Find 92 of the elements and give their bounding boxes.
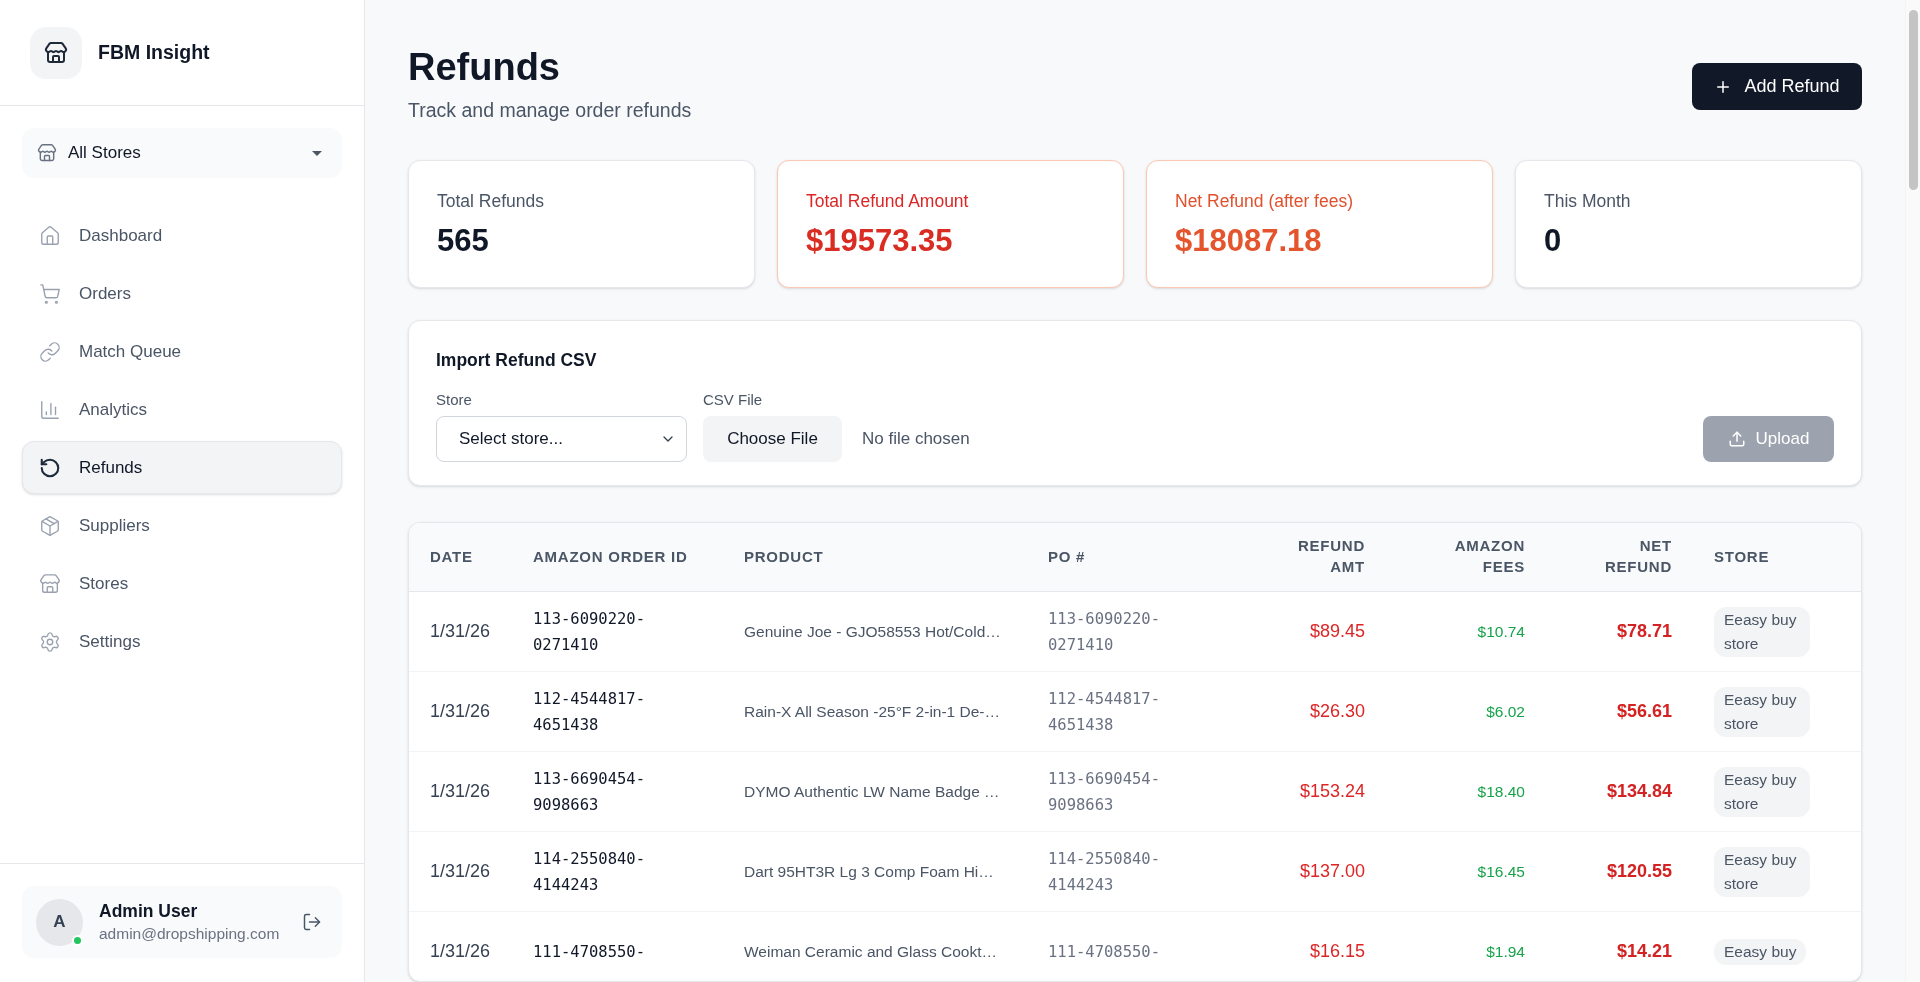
po-number: 113-6690454-9098663 (1048, 768, 1161, 816)
po-number: 112-4544817-4651438 (1048, 688, 1161, 736)
page-title: Refunds (408, 45, 561, 90)
column-header: AMAZON ORDER ID (533, 547, 688, 565)
net-refund-amount: $14.21 (1616, 941, 1672, 962)
user-email: admin@dropshipping.com (99, 924, 281, 944)
column-header: STORE (1714, 547, 1770, 565)
cart-icon (39, 282, 61, 305)
refund-date: 1/31/26 (430, 621, 491, 642)
refund-date: 1/31/26 (430, 701, 491, 722)
storefront-icon (30, 26, 82, 79)
store-tag: Eeasy buy store (1714, 606, 1810, 657)
product-name: Rain-X All Season -25°F 2-in-1 De-… (744, 702, 1001, 720)
gear-icon (39, 630, 61, 653)
store-tag: Eeasy buy store (1714, 846, 1810, 897)
user-name: Admin User (99, 900, 199, 923)
order-id: 113-6090220-0271410 (533, 608, 646, 656)
add-refund-button[interactable]: Add Refund (1692, 63, 1862, 110)
refund-amount: $89.45 (1309, 621, 1365, 642)
fee-amount: $16.45 (1477, 862, 1525, 880)
refund-date: 1/31/26 (430, 861, 491, 882)
product-name: Dart 95HT3R Lg 3 Comp Foam Hi… (744, 862, 994, 880)
refund-amount: $153.24 (1299, 781, 1365, 802)
fee-amount: $10.74 (1477, 622, 1525, 640)
order-id: 113-6690454-9098663 (533, 768, 646, 816)
product-name: Weiman Ceramic and Glass Cookt… (744, 942, 997, 960)
choose-file-button[interactable]: Choose File (703, 416, 842, 462)
nav-item[interactable]: Orders (22, 267, 342, 320)
stat-label: Net Refund (after fees) (1175, 190, 1354, 213)
column-header: REFUND AMT (1298, 535, 1365, 577)
stat-label: Total Refund Amount (806, 190, 970, 213)
upload-icon (1727, 430, 1746, 448)
field-label: CSV File (703, 390, 764, 410)
po-number: 114-2550840-4144243 (1048, 848, 1161, 896)
net-refund-amount: $56.61 (1616, 701, 1672, 722)
fee-amount: $18.40 (1477, 782, 1525, 800)
refund-amount: $26.30 (1309, 701, 1365, 722)
column-header: PRODUCT (744, 547, 824, 565)
order-id: 111-4708550- (533, 941, 646, 963)
store-icon (37, 143, 57, 163)
file-status-text: No file chosen (862, 428, 970, 451)
refund-amount: $137.00 (1299, 861, 1365, 882)
box-icon (39, 514, 61, 537)
product-name: Genuine Joe - GJO58553 Hot/Cold… (744, 622, 1001, 640)
caret-icon (312, 150, 322, 156)
nav-item[interactable]: Settings (22, 615, 342, 668)
column-header: NET REFUND (1605, 535, 1672, 577)
stat-label: Total Refunds (437, 190, 545, 213)
nav-item[interactable]: Analytics (22, 383, 342, 436)
panel-title: Import Refund CSV (436, 349, 598, 372)
avatar-initial: A (53, 911, 66, 934)
order-id: 114-2550840-4144243 (533, 848, 646, 896)
store-select[interactable]: Select store... (436, 416, 687, 462)
store-tag: Eeasy buy (1714, 938, 1807, 965)
net-refund-amount: $78.71 (1616, 621, 1672, 642)
store-tag: Eeasy buy store (1714, 766, 1810, 817)
fee-amount: $6.02 (1486, 702, 1525, 720)
nav-item[interactable]: Suppliers (22, 499, 342, 552)
store-tag: Eeasy buy store (1714, 686, 1810, 737)
nav-item[interactable]: Refunds (22, 441, 342, 494)
stat-label: This Month (1544, 190, 1632, 213)
refund-date: 1/31/26 (430, 941, 491, 962)
stat-value: 0 (1544, 222, 1563, 260)
logout-icon[interactable] (302, 912, 322, 932)
product-name: DYMO Authentic LW Name Badge … (744, 782, 1000, 800)
brand-name: FBM Insight (98, 39, 210, 65)
order-id: 112-4544817-4651438 (533, 688, 646, 736)
nav-item[interactable]: Dashboard (22, 209, 342, 262)
stat-value: $18087.18 (1175, 222, 1323, 260)
stat-value: 565 (437, 222, 490, 260)
refresh-icon (39, 456, 61, 479)
column-header: PO # (1048, 547, 1086, 565)
store-select[interactable]: All Stores (22, 128, 342, 178)
po-number: 113-6090220-0271410 (1048, 608, 1161, 656)
house-icon (39, 224, 61, 247)
refund-amount: $16.15 (1309, 941, 1365, 962)
field-label: Store (436, 390, 473, 410)
net-refund-amount: $134.84 (1606, 781, 1672, 802)
nav-item[interactable]: Stores (22, 557, 342, 610)
scrollbar-thumb[interactable] (1909, 10, 1918, 190)
fee-amount: $1.94 (1486, 942, 1525, 960)
stat-value: $19573.35 (806, 222, 954, 260)
nav-item[interactable]: Match Queue (22, 325, 342, 378)
column-header: AMAZON FEES (1454, 535, 1525, 577)
bar-chart-icon (39, 398, 61, 421)
column-header: DATE (430, 547, 473, 565)
net-refund-amount: $120.55 (1606, 861, 1672, 882)
po-number: 111-4708550- (1048, 941, 1161, 963)
refund-date: 1/31/26 (430, 781, 491, 802)
link-icon (39, 340, 61, 363)
store-icon (39, 572, 61, 595)
page-subtitle: Track and manage order refunds (408, 98, 692, 123)
